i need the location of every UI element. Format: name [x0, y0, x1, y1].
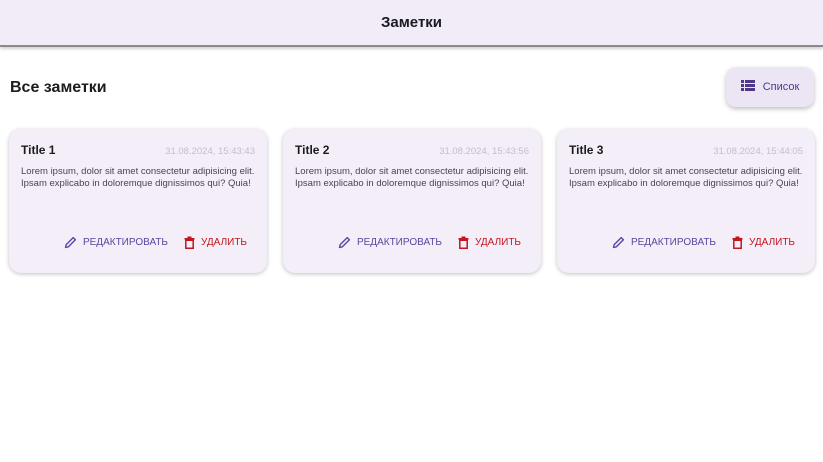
app-title: Заметки — [380, 14, 443, 31]
edit-label: РЕДАКТИРОВАТЬ — [630, 237, 716, 248]
app-bar: Заметки — [0, 0, 823, 47]
page-title: Все заметки — [10, 79, 107, 96]
trash-icon — [458, 236, 469, 249]
edit-button[interactable]: РЕДАКТИРОВАТЬ — [338, 236, 442, 249]
note-card: Title 1 31.08.2024, 15:43:43 Lorem ipsum… — [9, 129, 267, 273]
note-card: Title 2 31.08.2024, 15:43:56 Lorem ipsum… — [283, 129, 541, 273]
note-body: Lorem ipsum, dolor sit amet consectetur … — [569, 166, 803, 189]
view-toggle-button[interactable]: Список — [726, 67, 814, 107]
delete-label: УДАЛИТЬ — [201, 237, 247, 248]
trash-icon — [184, 236, 195, 249]
note-date: 31.08.2024, 15:43:56 — [439, 146, 529, 157]
edit-label: РЕДАКТИРОВАТЬ — [356, 237, 442, 248]
trash-icon — [732, 236, 743, 249]
note-title: Title 2 — [295, 143, 330, 157]
note-body: Lorem ipsum, dolor sit amet consectetur … — [295, 166, 529, 189]
delete-button[interactable]: УДАЛИТЬ — [184, 236, 247, 249]
edit-button[interactable]: РЕДАКТИРОВАТЬ — [612, 236, 716, 249]
note-date: 31.08.2024, 15:43:43 — [165, 146, 255, 157]
pencil-icon — [612, 236, 625, 249]
pencil-icon — [338, 236, 351, 249]
note-card: Title 3 31.08.2024, 15:44:05 Lorem ipsum… — [557, 129, 815, 273]
list-icon — [740, 78, 755, 96]
note-title: Title 3 — [569, 143, 604, 157]
delete-button[interactable]: УДАЛИТЬ — [458, 236, 521, 249]
edit-label: РЕДАКТИРОВАТЬ — [82, 237, 168, 248]
delete-button[interactable]: УДАЛИТЬ — [732, 236, 795, 249]
note-body: Lorem ipsum, dolor sit amet consectetur … — [21, 166, 255, 189]
notes-grid: Title 1 31.08.2024, 15:43:43 Lorem ipsum… — [9, 129, 815, 273]
delete-label: УДАЛИТЬ — [475, 237, 521, 248]
delete-label: УДАЛИТЬ — [749, 237, 795, 248]
pencil-icon — [64, 236, 77, 249]
edit-button[interactable]: РЕДАКТИРОВАТЬ — [64, 236, 168, 249]
note-title: Title 1 — [21, 143, 56, 157]
view-toggle-label: Список — [762, 81, 800, 93]
note-date: 31.08.2024, 15:44:05 — [713, 146, 803, 157]
